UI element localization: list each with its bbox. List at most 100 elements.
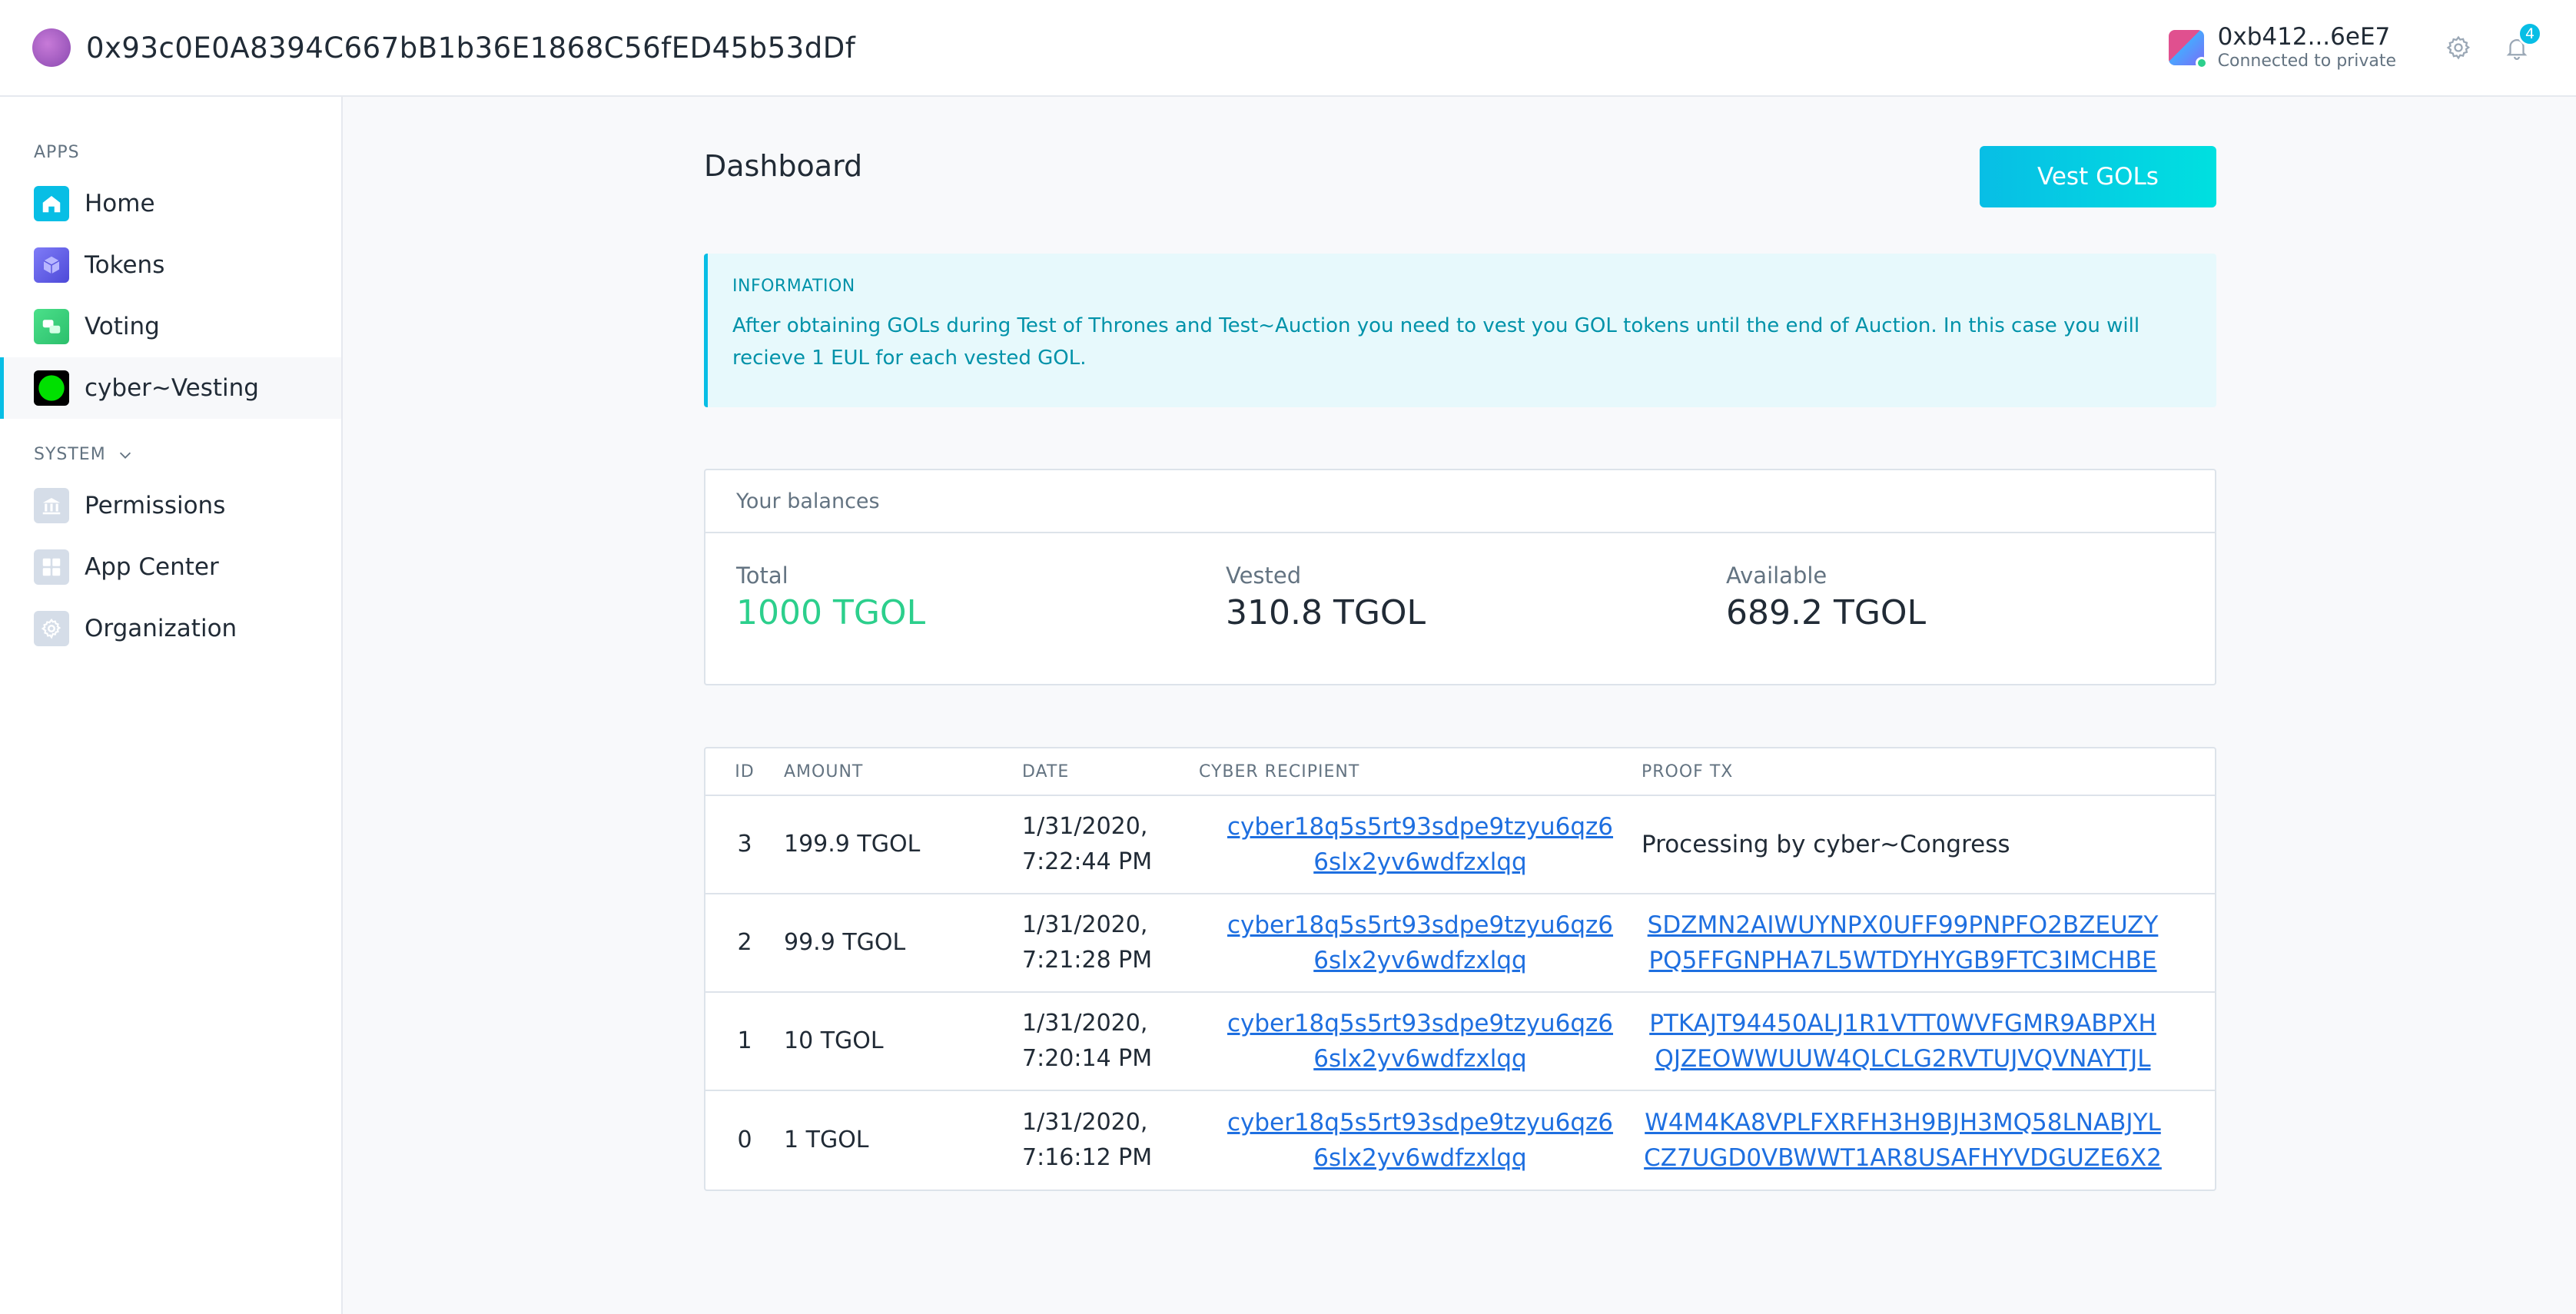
balance-available: Available 689.2 TGOL bbox=[1726, 562, 1926, 632]
cell-proof: SDZMN2AIWUYNPX0UFF99PNPFO2BZEUZYPQ5FFGNP… bbox=[1642, 894, 2215, 993]
gear-icon bbox=[2446, 35, 2471, 60]
cell-date: 1/31/2020, 7:22:44 PM bbox=[1022, 796, 1199, 894]
information-box: INFORMATION After obtaining GOLs during … bbox=[704, 254, 2216, 407]
balance-vested-label: Vested bbox=[1226, 562, 1302, 589]
balance-total: Total 1000 TGOL bbox=[736, 562, 925, 632]
table-row: 1 10 TGOL 1/31/2020, 7:20:14 PM cyber18q… bbox=[705, 993, 2215, 1091]
column-header-amount: AMOUNT bbox=[784, 748, 1022, 796]
information-title: INFORMATION bbox=[732, 277, 855, 296]
column-header-recipient: CYBER RECIPIENT bbox=[1199, 748, 1642, 796]
recipient-link[interactable]: cyber18q5s5rt93sdpe9tzyu6qz66slx2yv6wdfz… bbox=[1224, 908, 1616, 978]
balance-vested-value: 310.8 TGOL bbox=[1226, 593, 1426, 632]
account-network-status: Connected to private bbox=[2217, 51, 2396, 71]
recipient-link[interactable]: cyber18q5s5rt93sdpe9tzyu6qz66slx2yv6wdfz… bbox=[1224, 1105, 1616, 1176]
cyber-vesting-icon bbox=[34, 370, 69, 406]
cell-proof: Processing by cyber~Congress bbox=[1642, 796, 2215, 894]
balance-total-value: 1000 TGOL bbox=[736, 593, 926, 632]
sidebar-item-label: Tokens bbox=[85, 251, 165, 279]
balances-header: Your balances bbox=[705, 470, 2215, 533]
sidebar-item-label: Organization bbox=[85, 615, 237, 642]
proof-status-text: Processing by cyber~Congress bbox=[1642, 830, 2010, 858]
column-header-date: DATE bbox=[1022, 748, 1199, 796]
information-body: After obtaining GOLs during Test of Thro… bbox=[732, 314, 2140, 370]
column-header-proof-tx: PROOF TX bbox=[1642, 748, 2215, 796]
balances-panel: Your balances Total 1000 TGOL Vested 310… bbox=[704, 469, 2216, 685]
cell-date-time: 7:16:12 PM bbox=[1022, 1144, 1153, 1171]
cell-id: 1 bbox=[705, 993, 784, 1091]
notification-count-badge: 4 bbox=[2518, 22, 2542, 46]
account-info[interactable]: 0xb412...6eE7 Connected to private bbox=[2218, 23, 2396, 72]
sidebar-item-app-center[interactable]: App Center bbox=[0, 536, 341, 598]
balance-available-value: 689.2 TGOL bbox=[1726, 593, 1927, 632]
permissions-icon bbox=[34, 488, 69, 523]
balance-vested: Vested 310.8 TGOL bbox=[1226, 562, 1426, 632]
table-header-row: ID AMOUNT DATE CYBER RECIPIENT PROOF TX bbox=[705, 748, 2215, 796]
proof-tx-link[interactable]: SDZMN2AIWUYNPX0UFF99PNPFO2BZEUZYPQ5FFGNP… bbox=[1642, 908, 2164, 978]
table-row: 0 1 TGOL 1/31/2020, 7:16:12 PM cyber18q5… bbox=[705, 1091, 2215, 1190]
account-avatar[interactable] bbox=[2168, 30, 2208, 69]
cell-date: 1/31/2020, 7:16:12 PM bbox=[1022, 1091, 1199, 1190]
organization-avatar[interactable] bbox=[32, 28, 71, 67]
sidebar-item-voting[interactable]: Voting bbox=[0, 296, 341, 357]
vesting-transactions-table: ID AMOUNT DATE CYBER RECIPIENT PROOF TX … bbox=[704, 747, 2216, 1191]
cell-date-day: 1/31/2020, bbox=[1022, 813, 1148, 840]
cell-date-time: 7:21:28 PM bbox=[1022, 947, 1153, 974]
sidebar-item-tokens[interactable]: Tokens bbox=[0, 234, 341, 296]
table-row: 3 199.9 TGOL 1/31/2020, 7:22:44 PM cyber… bbox=[705, 796, 2215, 894]
vest-gols-button[interactable]: Vest GOLs bbox=[1980, 146, 2216, 207]
sidebar-item-label: cyber~Vesting bbox=[85, 374, 259, 402]
cell-date-day: 1/31/2020, bbox=[1022, 1010, 1148, 1037]
account-address: 0xb412...6eE7 bbox=[2217, 23, 2391, 51]
top-bar: 0x93c0E0A8394C667bB1b36E1868C56fED45b53d… bbox=[0, 0, 2576, 97]
cell-proof: W4M4KA8VPLFXRFH3H9BJH3MQ58LNABJYLCZ7UGD0… bbox=[1642, 1091, 2215, 1190]
page-title: Dashboard bbox=[704, 149, 863, 183]
voting-icon bbox=[34, 309, 69, 344]
cell-recipient: cyber18q5s5rt93sdpe9tzyu6qz66slx2yv6wdfz… bbox=[1199, 993, 1642, 1091]
connection-status-dot bbox=[2195, 57, 2208, 69]
cell-date-day: 1/31/2020, bbox=[1022, 911, 1148, 938]
cell-id: 0 bbox=[737, 1127, 752, 1153]
sidebar-item-label: Voting bbox=[85, 313, 160, 340]
recipient-link[interactable]: cyber18q5s5rt93sdpe9tzyu6qz66slx2yv6wdfz… bbox=[1224, 1006, 1616, 1077]
cell-date-day: 1/31/2020, bbox=[1022, 1109, 1148, 1136]
system-section-toggle[interactable]: SYSTEM bbox=[0, 445, 341, 464]
notifications-button[interactable]: 4 bbox=[2490, 22, 2544, 71]
cell-id: 2 bbox=[705, 894, 784, 993]
cell-amount: 199.9 TGOL bbox=[784, 796, 1022, 894]
cell-recipient: cyber18q5s5rt93sdpe9tzyu6qz66slx2yv6wdfz… bbox=[1199, 1091, 1642, 1190]
tokens-cube-icon bbox=[34, 247, 69, 283]
cell-date: 1/31/2020, 7:20:14 PM bbox=[1022, 993, 1199, 1091]
chevron-down-icon bbox=[119, 452, 131, 459]
sidebar-item-permissions[interactable]: Permissions bbox=[0, 475, 341, 536]
sidebar-item-cyber-vesting[interactable]: cyber~Vesting bbox=[0, 357, 341, 419]
cell-amount: 1 TGOL bbox=[784, 1127, 869, 1153]
sidebar: APPS Home Tokens Voting cyber~Vesting SY… bbox=[0, 97, 343, 1314]
account-area: 0xb412...6eE7 Connected to private 4 bbox=[2168, 22, 2544, 72]
proof-tx-link[interactable]: PTKAJT94450ALJ1R1VTT0WVFGMR9ABPXHQJZEOWW… bbox=[1642, 1006, 2164, 1077]
sidebar-item-label: Home bbox=[85, 190, 155, 217]
column-header-id: ID bbox=[705, 748, 784, 796]
sidebar-item-label: Permissions bbox=[85, 492, 226, 519]
cell-date: 1/31/2020, 7:21:28 PM bbox=[1022, 894, 1199, 993]
main-content: Dashboard Vest GOLs INFORMATION After ob… bbox=[343, 97, 2576, 1314]
home-icon bbox=[34, 186, 69, 221]
proof-tx-link[interactable]: W4M4KA8VPLFXRFH3H9BJH3MQ58LNABJYLCZ7UGD0… bbox=[1642, 1105, 2164, 1176]
cell-proof: PTKAJT94450ALJ1R1VTT0WVFGMR9ABPXHQJZEOWW… bbox=[1642, 993, 2215, 1091]
cell-date-time: 7:22:44 PM bbox=[1022, 848, 1153, 875]
apps-section-label: APPS bbox=[34, 143, 80, 162]
sidebar-item-label: App Center bbox=[85, 553, 219, 581]
settings-button[interactable] bbox=[2432, 25, 2485, 71]
cell-date-time: 7:20:14 PM bbox=[1022, 1045, 1153, 1072]
balance-total-label: Total bbox=[736, 562, 788, 589]
sidebar-item-organization[interactable]: Organization bbox=[0, 598, 341, 659]
table-row: 2 99.9 TGOL 1/31/2020, 7:21:28 PM cyber1… bbox=[705, 894, 2215, 993]
sidebar-item-home[interactable]: Home bbox=[0, 173, 341, 234]
system-section-label: SYSTEM bbox=[34, 445, 106, 464]
cell-amount: 99.9 TGOL bbox=[784, 894, 1022, 993]
recipient-link[interactable]: cyber18q5s5rt93sdpe9tzyu6qz66slx2yv6wdfz… bbox=[1224, 809, 1616, 880]
organization-address[interactable]: 0x93c0E0A8394C667bB1b36E1868C56fED45b53d… bbox=[86, 32, 855, 65]
app-center-icon bbox=[34, 549, 69, 585]
cell-id: 3 bbox=[705, 796, 784, 894]
cell-recipient: cyber18q5s5rt93sdpe9tzyu6qz66slx2yv6wdfz… bbox=[1199, 796, 1642, 894]
cell-amount: 10 TGOL bbox=[784, 993, 1022, 1091]
